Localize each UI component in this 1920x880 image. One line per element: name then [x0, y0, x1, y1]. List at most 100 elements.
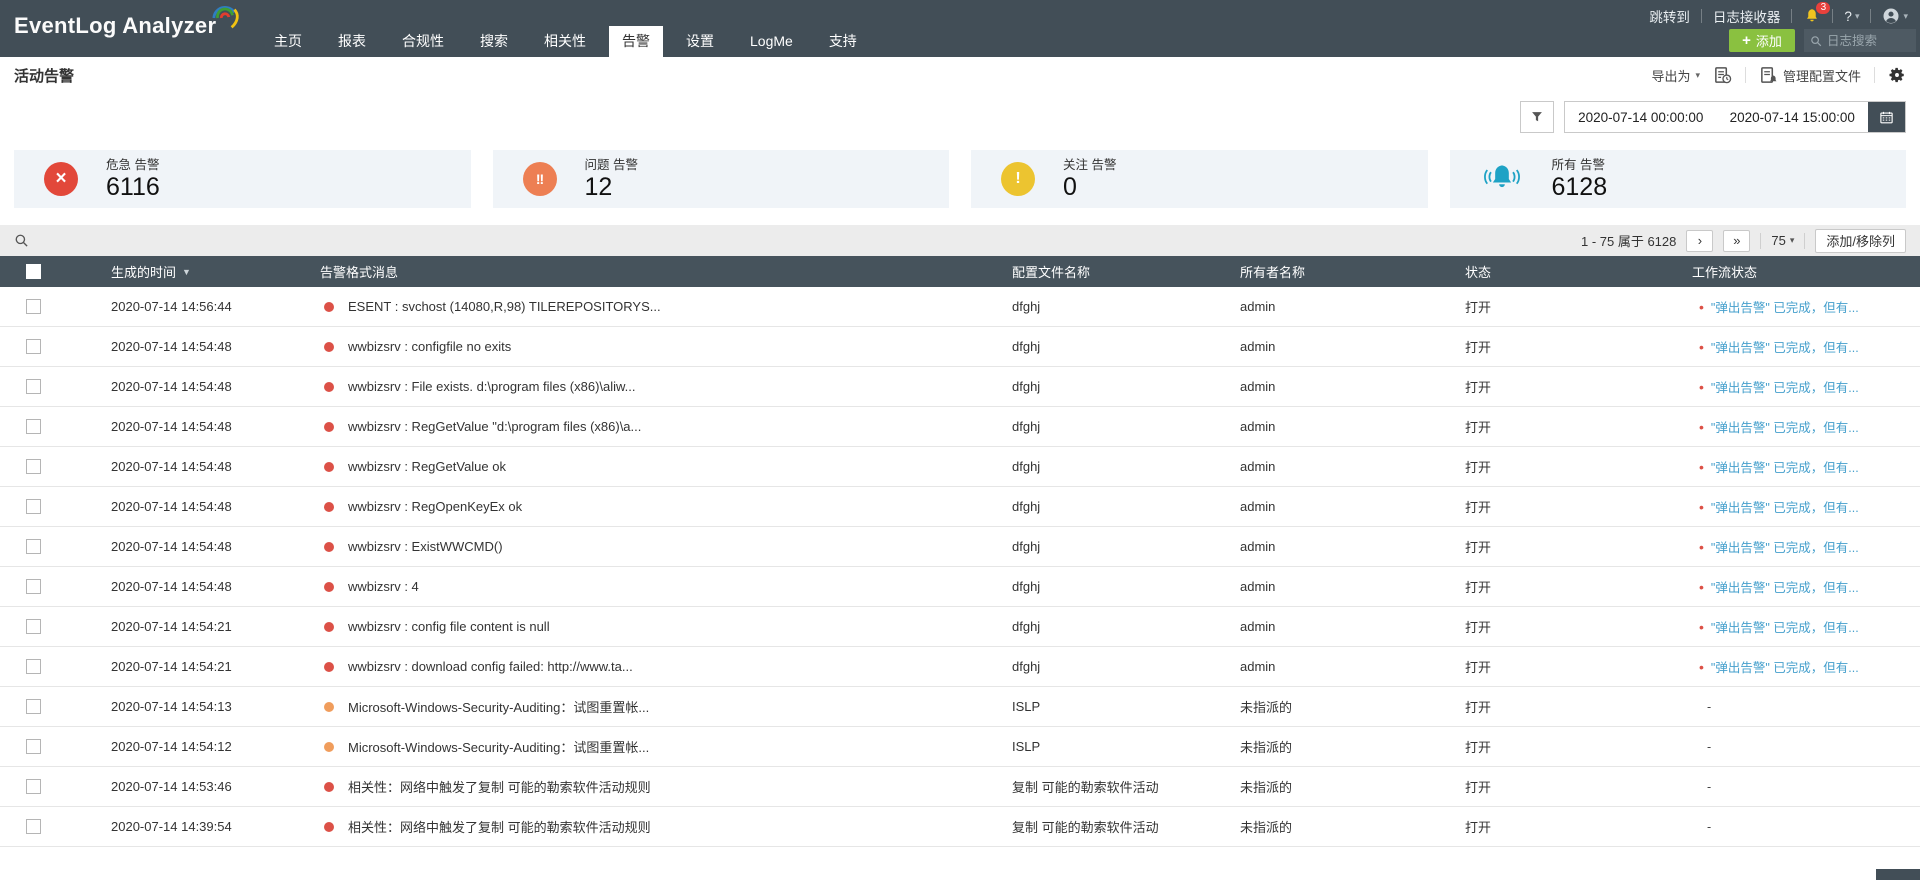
row-select-checkbox[interactable]	[26, 379, 41, 394]
cell-alert-message[interactable]: Microsoft-Windows-Security-Auditing：试图重置…	[320, 697, 1012, 716]
workflow-status-link[interactable]: "弹出告警" 已完成，但有...	[1711, 337, 1859, 356]
last-page-button[interactable]: »	[1723, 230, 1750, 252]
scheduled-report-icon[interactable]	[1713, 66, 1732, 85]
row-select-checkbox[interactable]	[26, 459, 41, 474]
bottom-right-widget[interactable]	[1876, 869, 1920, 880]
cell-alert-message[interactable]: wwbizsrv : RegOpenKeyEx ok	[320, 499, 1012, 514]
cell-alert-message[interactable]: Microsoft-Windows-Security-Auditing：试图重置…	[320, 737, 1012, 756]
add-button[interactable]: + 添加	[1729, 29, 1795, 52]
cell-alert-message[interactable]: 相关性：网络中触发了复制 可能的勒索软件活动规则	[320, 817, 1012, 836]
alerts-table-header: 生成的时间 ▼ 告警格式消息 配置文件名称 所有者名称 状态 工作流状态	[0, 256, 1920, 287]
calendar-button[interactable]	[1868, 102, 1905, 132]
workflow-status-link[interactable]: "弹出告警" 已完成，但有...	[1711, 577, 1859, 596]
row-select-checkbox[interactable]	[26, 299, 41, 314]
add-remove-columns-button[interactable]: 添加/移除列	[1815, 229, 1906, 253]
cell-alert-message[interactable]: wwbizsrv : configfile no exits	[320, 339, 1012, 354]
column-header-workflow[interactable]: 工作流状态	[1692, 262, 1920, 281]
cell-alert-message[interactable]: wwbizsrv : ExistWWCMD()	[320, 539, 1012, 554]
workflow-status-link[interactable]: "弹出告警" 已完成，但有...	[1711, 657, 1859, 676]
nav-tab-2[interactable]: 报表	[325, 26, 379, 57]
cell-alert-message[interactable]: ESENT : svchost (14080,R,98) TILEREPOSIT…	[320, 299, 1012, 314]
nav-tab-8[interactable]: LogMe	[737, 26, 806, 57]
nav-tab-7[interactable]: 设置	[673, 26, 727, 57]
page-size-dropdown[interactable]: 75 ▾	[1771, 233, 1794, 248]
severity-dot-icon	[324, 742, 334, 752]
date-end-value[interactable]: 2020-07-14 15:00:00	[1717, 110, 1869, 125]
workflow-status-link[interactable]: "弹出告警" 已完成，但有...	[1711, 497, 1859, 516]
card-critical-alerts[interactable]: × 危急 告警 6116	[14, 150, 471, 208]
cell-alert-message[interactable]: wwbizsrv : 4	[320, 579, 1012, 594]
workflow-status-link[interactable]: "弹出告警" 已完成，但有...	[1711, 617, 1859, 636]
nav-tab-9[interactable]: 支持	[816, 26, 870, 57]
table-search-icon[interactable]	[14, 233, 29, 248]
log-search-input[interactable]	[1827, 34, 1905, 48]
card-trouble-alerts[interactable]: !! 问题 告警 12	[493, 150, 950, 208]
card-all-alerts[interactable]: 所有 告警 6128	[1450, 150, 1907, 208]
select-all-checkbox[interactable]	[26, 264, 41, 279]
manage-profiles-button[interactable]: 管理配置文件	[1759, 66, 1861, 85]
sort-desc-icon: ▼	[182, 267, 191, 277]
cell-alert-message[interactable]: 相关性：网络中触发了复制 可能的勒索软件活动规则	[320, 777, 1012, 796]
column-header-profile[interactable]: 配置文件名称	[1012, 262, 1240, 281]
cell-alert-message[interactable]: wwbizsrv : RegGetValue ok	[320, 459, 1012, 474]
cell-status: 打开	[1465, 537, 1692, 556]
settings-gear-icon[interactable]	[1888, 66, 1906, 84]
workflow-status-link[interactable]: "弹出告警" 已完成，但有...	[1711, 377, 1859, 396]
card-attention-alerts[interactable]: ! 关注 告警 0	[971, 150, 1428, 208]
card-label: 所有 告警	[1552, 158, 1608, 173]
row-select-checkbox[interactable]	[26, 579, 41, 594]
nav-tab-6[interactable]: 告警	[609, 26, 663, 57]
alert-message-text: wwbizsrv : File exists. d:\program files…	[348, 379, 636, 394]
workflow-status-link[interactable]: "弹出告警" 已完成，但有...	[1711, 417, 1859, 436]
search-icon	[1810, 35, 1822, 47]
cell-alert-message[interactable]: wwbizsrv : download config failed: http:…	[320, 659, 1012, 674]
column-header-owner[interactable]: 所有者名称	[1240, 262, 1465, 281]
nav-tab-5[interactable]: 相关性	[531, 26, 599, 57]
app-logo[interactable]: EventLog Analyzer	[14, 13, 242, 39]
log-receiver-link[interactable]: 日志接收器	[1713, 6, 1781, 26]
row-select-checkbox[interactable]	[26, 659, 41, 674]
filter-bar: 2020-07-14 00:00:00 2020-07-14 15:00:00	[0, 93, 1920, 141]
nav-tab-1[interactable]: 主页	[261, 26, 315, 57]
row-select-checkbox[interactable]	[26, 539, 41, 554]
user-menu-button[interactable]: ▾	[1882, 7, 1908, 25]
notifications-button[interactable]: 3	[1803, 7, 1821, 25]
nav-tab-4[interactable]: 搜索	[467, 26, 521, 57]
row-select-checkbox[interactable]	[26, 699, 41, 714]
row-select-checkbox[interactable]	[26, 419, 41, 434]
table-row: 2020-07-14 14:54:13Microsoft-Windows-Sec…	[0, 687, 1920, 727]
column-header-message[interactable]: 告警格式消息	[320, 262, 1012, 281]
cell-profile-name: 复制 可能的勒索软件活动	[1012, 817, 1240, 836]
log-search-box[interactable]	[1804, 29, 1916, 52]
date-start-value[interactable]: 2020-07-14 00:00:00	[1565, 110, 1717, 125]
cell-workflow-status: •"弹出告警" 已完成，但有...	[1692, 497, 1920, 516]
row-select-checkbox[interactable]	[26, 619, 41, 634]
card-label: 关注 告警	[1063, 158, 1116, 173]
export-as-label: 导出为	[1651, 66, 1690, 85]
cell-alert-message[interactable]: wwbizsrv : RegGetValue "d:\program files…	[320, 419, 1012, 434]
cell-alert-message[interactable]: wwbizsrv : File exists. d:\program files…	[320, 379, 1012, 394]
help-menu-button[interactable]: ? ▾	[1844, 9, 1859, 24]
workflow-status-link[interactable]: "弹出告警" 已完成，但有...	[1711, 457, 1859, 476]
column-header-time[interactable]: 生成的时间 ▼	[111, 262, 320, 281]
severity-dot-icon	[324, 782, 334, 792]
next-page-button[interactable]: ›	[1686, 230, 1713, 252]
workflow-status-link[interactable]: "弹出告警" 已完成，但有...	[1711, 537, 1859, 556]
filter-button[interactable]	[1520, 101, 1554, 133]
cell-alert-message[interactable]: wwbizsrv : config file content is null	[320, 619, 1012, 634]
row-select-checkbox[interactable]	[26, 339, 41, 354]
cell-generated-time: 2020-07-14 14:54:48	[111, 459, 320, 474]
row-select-checkbox[interactable]	[26, 499, 41, 514]
table-row: 2020-07-14 14:54:21wwbizsrv : download c…	[0, 647, 1920, 687]
date-range-picker[interactable]: 2020-07-14 00:00:00 2020-07-14 15:00:00	[1564, 101, 1906, 133]
column-header-status[interactable]: 状态	[1465, 262, 1692, 281]
cell-profile-name: dfghj	[1012, 339, 1240, 354]
jump-to-link[interactable]: 跳转到	[1649, 6, 1690, 26]
row-select-checkbox[interactable]	[26, 779, 41, 794]
nav-tab-3[interactable]: 合规性	[389, 26, 457, 57]
row-select-checkbox[interactable]	[26, 819, 41, 834]
alert-message-text: wwbizsrv : download config failed: http:…	[348, 659, 633, 674]
workflow-status-link[interactable]: "弹出告警" 已完成，但有...	[1711, 297, 1859, 316]
export-as-dropdown[interactable]: 导出为 ▾	[1651, 66, 1700, 85]
row-select-checkbox[interactable]	[26, 739, 41, 754]
